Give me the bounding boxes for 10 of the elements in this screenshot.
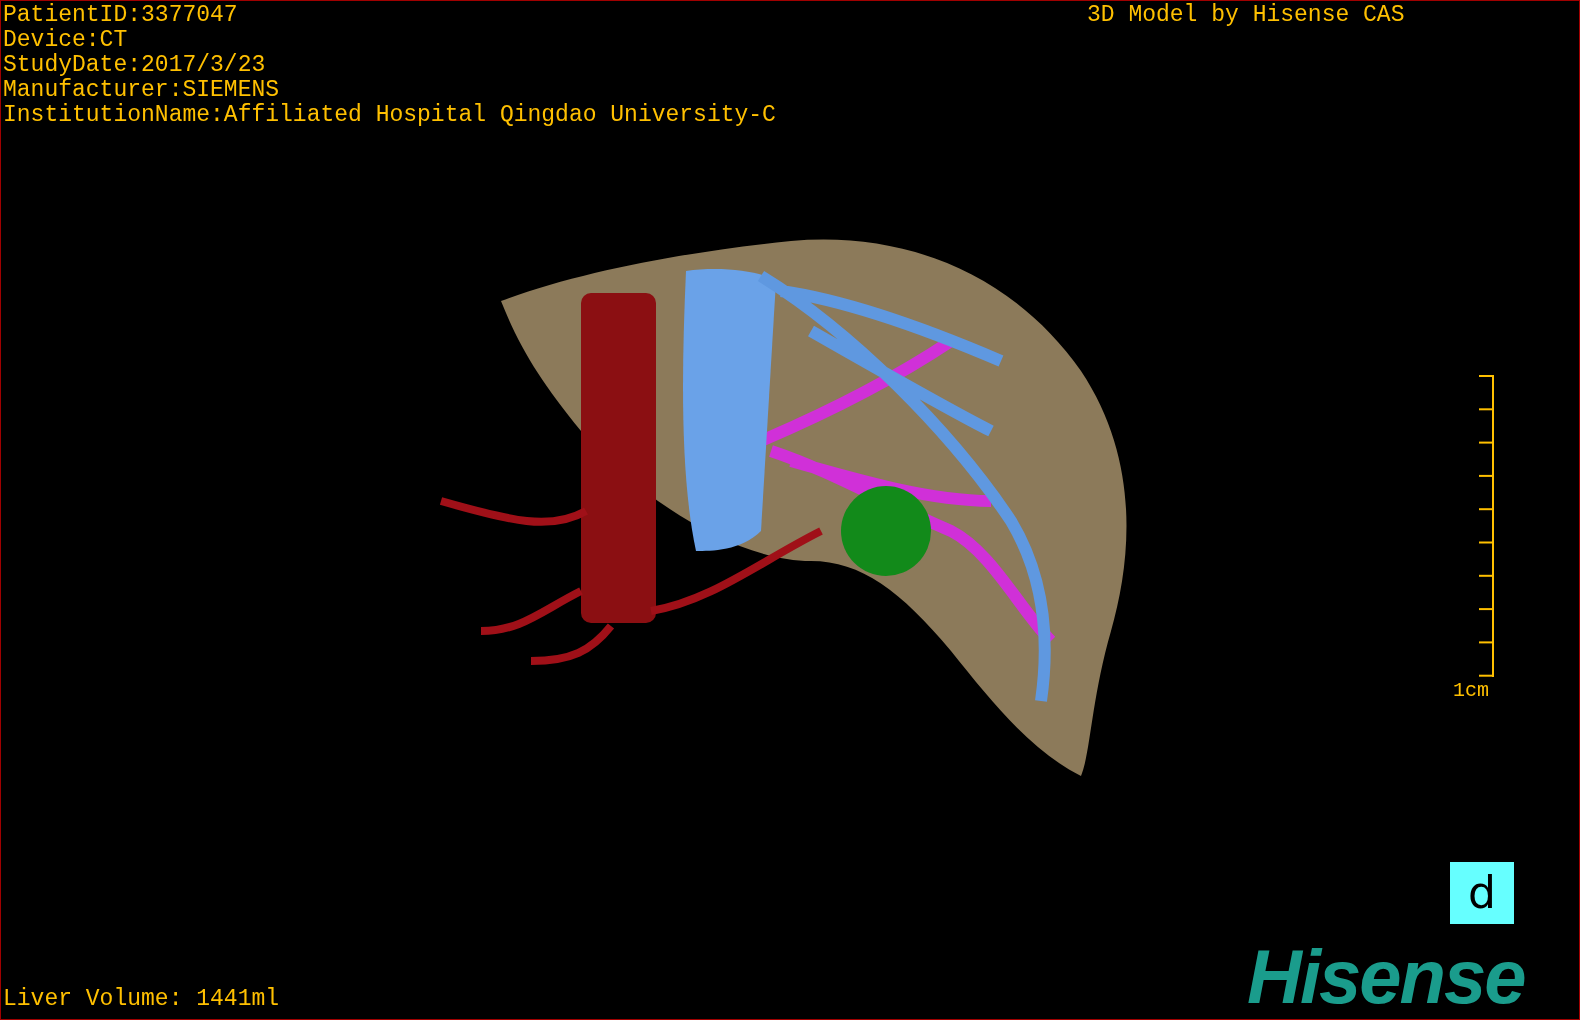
liver-volume: Liver Volume: 1441ml [3, 986, 280, 1012]
orientation-marker: d [1450, 862, 1514, 924]
study-info-line: Device:CT [3, 28, 129, 53]
study-info-line: StudyDate:2017/3/23 [3, 53, 267, 78]
scale-bar-label: 1cm [1453, 679, 1489, 702]
study-info-line: PatientID:3377047 [3, 3, 239, 28]
brand-logo: Hisense [1247, 939, 1525, 1015]
study-info-line: InstitutionName:Affiliated Hospital Qingdao University-C [3, 103, 776, 128]
model-credit: 3D Model by Hisense CAS [1087, 3, 1405, 28]
study-info-line: Manufacturer:SIEMENS [3, 78, 281, 103]
